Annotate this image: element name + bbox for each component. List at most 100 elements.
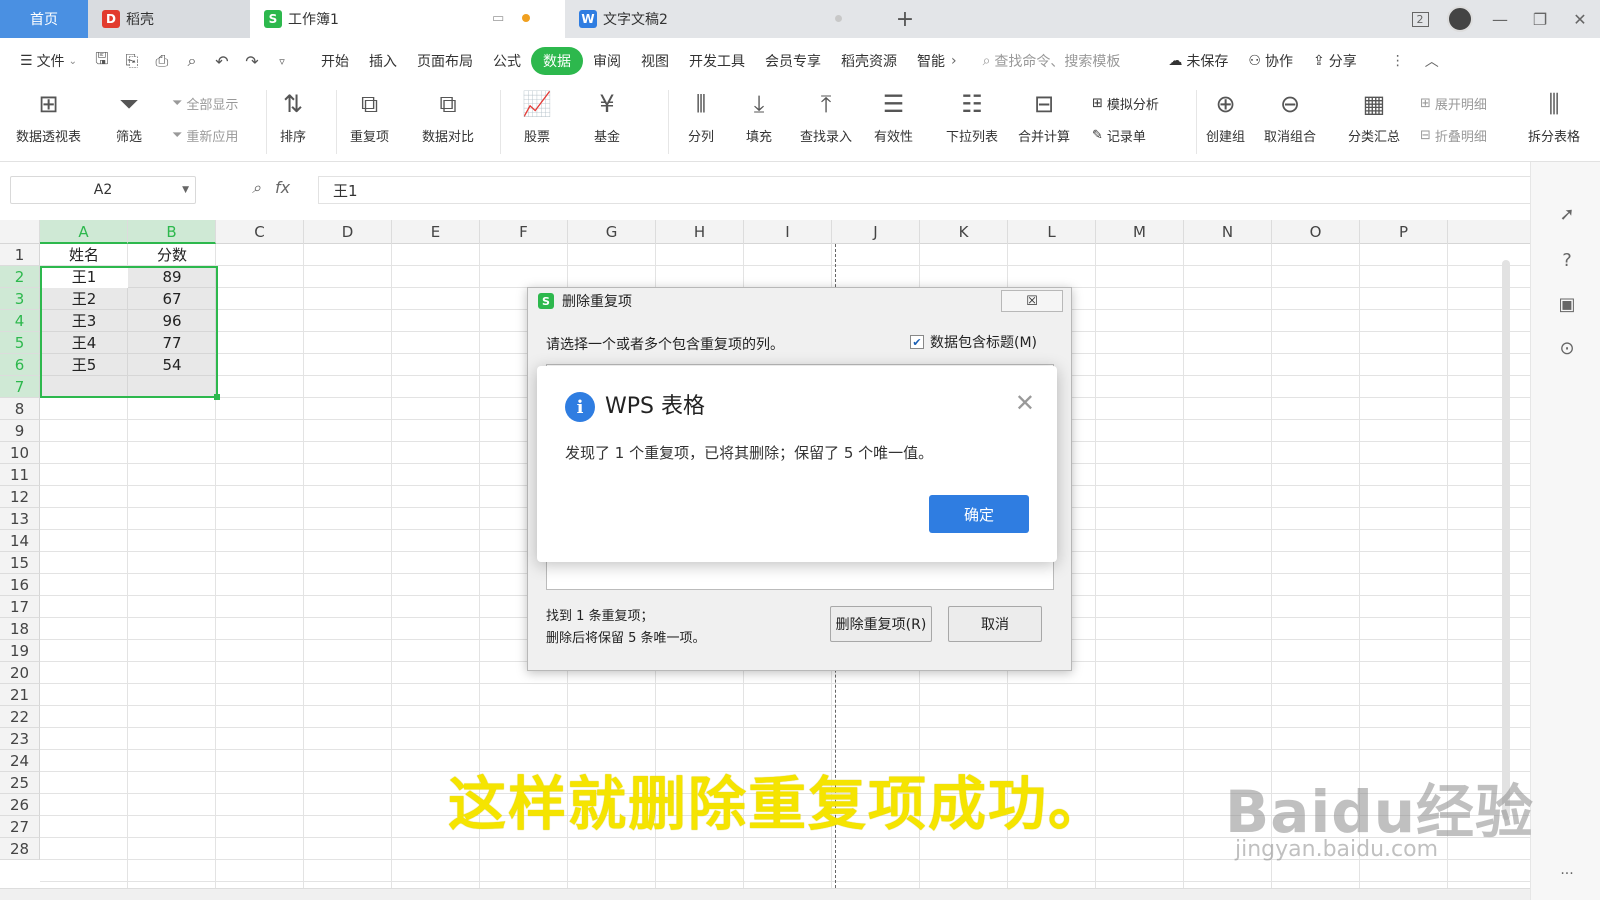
customize-icon[interactable]: ▿ xyxy=(267,55,297,68)
chevron-right-icon[interactable]: › xyxy=(947,53,961,69)
column-header[interactable]: L xyxy=(1008,220,1096,244)
pivot-table-button[interactable]: ⊞ 数据透视表 xyxy=(16,88,81,145)
avatar[interactable] xyxy=(1440,0,1480,38)
row-header[interactable]: 14 xyxy=(0,530,40,552)
column-header[interactable]: O xyxy=(1272,220,1360,244)
row-header[interactable]: 5 xyxy=(0,332,40,354)
header-checkbox[interactable]: ✔ 数据包含标题(M) xyxy=(910,332,1037,352)
dialog-close-button[interactable]: ☒ xyxy=(1001,290,1063,312)
row-header[interactable]: 27 xyxy=(0,816,40,838)
column-header[interactable]: K xyxy=(920,220,1008,244)
unsaved-button[interactable]: ☁ 未保存 xyxy=(1158,51,1238,71)
column-header[interactable]: M xyxy=(1096,220,1184,244)
row-header[interactable]: 10 xyxy=(0,442,40,464)
column-header[interactable]: B xyxy=(128,220,216,244)
split-columns-button[interactable]: ⫴ 分列 xyxy=(688,88,714,145)
command-search[interactable]: ⌕ 查找命令、搜索模板 xyxy=(973,51,1131,71)
column-header[interactable]: F xyxy=(480,220,568,244)
header-cell[interactable]: 姓名 xyxy=(40,244,128,266)
subtotal-button[interactable]: ▦ 分类汇总 xyxy=(1348,88,1400,145)
data-cell[interactable]: 王4 xyxy=(40,332,128,354)
share-button[interactable]: ⇪ 分享 xyxy=(1303,51,1367,71)
row-header[interactable]: 3 xyxy=(0,288,40,310)
fund-button[interactable]: ¥ 基金 xyxy=(594,88,620,145)
ok-button[interactable]: 确定 xyxy=(929,495,1029,533)
print-icon[interactable]: ⎙ xyxy=(147,51,177,71)
row-header[interactable]: 28 xyxy=(0,838,40,860)
data-cell[interactable]: 77 xyxy=(128,332,216,354)
split-table-button[interactable]: ⫼ 拆分表格 xyxy=(1528,88,1580,145)
monitor-icon[interactable]: ▭ xyxy=(492,11,504,26)
sort-button[interactable]: ⇅ 排序 xyxy=(280,88,306,145)
consolidate-button[interactable]: ⊟ 合并计算 xyxy=(1018,88,1070,145)
expand-detail-button[interactable]: ⊞ 展开明细 xyxy=(1420,94,1487,113)
row-header[interactable]: 16 xyxy=(0,574,40,596)
menu-page-layout[interactable]: 页面布局 xyxy=(407,51,483,71)
row-header[interactable]: 21 xyxy=(0,684,40,706)
header-cell[interactable]: 分数 xyxy=(128,244,216,266)
row-header[interactable]: 8 xyxy=(0,398,40,420)
close-icon[interactable]: ✕ xyxy=(1015,388,1035,418)
pointer-icon[interactable]: ➚ xyxy=(1555,202,1579,226)
reapply-button[interactable]: ⏷ 重新应用 xyxy=(172,126,238,145)
menu-data[interactable]: 数据 xyxy=(530,47,583,75)
menu-formula[interactable]: 公式 xyxy=(483,51,531,71)
filter-button[interactable]: ⏷ 筛选 xyxy=(116,88,142,145)
dropdown-list-button[interactable]: ☷ 下拉列表 xyxy=(946,88,998,145)
simulate-analysis-button[interactable]: ⊞ 模拟分析 xyxy=(1092,94,1159,113)
row-header[interactable]: 6 xyxy=(0,354,40,376)
row-header[interactable]: 20 xyxy=(0,662,40,684)
location-icon[interactable]: ⊙ xyxy=(1555,336,1579,360)
menu-developer[interactable]: 开发工具 xyxy=(679,51,755,71)
menu-view[interactable]: 视图 xyxy=(631,51,679,71)
tab-workbook[interactable]: S 工作簿1 ▭ xyxy=(250,0,565,38)
name-box[interactable]: A2 ▼ xyxy=(10,176,196,204)
record-form-button[interactable]: ✎ 记录单 xyxy=(1092,126,1146,145)
row-header[interactable]: 13 xyxy=(0,508,40,530)
collab-button[interactable]: ⚇ 协作 xyxy=(1238,51,1303,71)
redo-icon[interactable]: ↷ xyxy=(237,52,267,71)
row-header[interactable]: 26 xyxy=(0,794,40,816)
data-cell[interactable]: 王3 xyxy=(40,310,128,332)
row-header[interactable]: 9 xyxy=(0,420,40,442)
file-menu[interactable]: ☰ 文件 ⌄ xyxy=(10,51,87,71)
close-window-icon[interactable]: ✕ xyxy=(1560,0,1600,38)
checkbox-checked-icon[interactable]: ✔ xyxy=(910,335,924,349)
scroll-thumb[interactable] xyxy=(1502,260,1510,820)
column-header[interactable]: G xyxy=(568,220,656,244)
save-icon[interactable]: 🖫 xyxy=(87,48,117,75)
fx-icon[interactable]: fx xyxy=(275,178,290,198)
help-icon[interactable]: ? xyxy=(1555,248,1579,272)
fill-button[interactable]: ⤓ 填充 xyxy=(746,88,772,145)
window-switch-icon[interactable]: 2 xyxy=(1400,0,1440,38)
create-group-button[interactable]: ⊕ 创建组 xyxy=(1206,88,1245,145)
column-header[interactable]: J xyxy=(832,220,920,244)
remove-duplicates-button[interactable]: 删除重复项(R) xyxy=(830,606,932,642)
new-tab-button[interactable]: + xyxy=(885,0,925,38)
image-tool-icon[interactable]: ▣ xyxy=(1555,292,1579,316)
export-icon[interactable]: ⎘ xyxy=(117,51,147,71)
restore-icon[interactable]: ❐ xyxy=(1520,0,1560,38)
data-cell[interactable]: 89 xyxy=(128,266,216,288)
data-cell[interactable]: 王5 xyxy=(40,354,128,376)
minimize-icon[interactable]: — xyxy=(1480,0,1520,38)
column-header[interactable]: H xyxy=(656,220,744,244)
more-dots-icon[interactable]: ··· xyxy=(1555,862,1579,886)
column-header[interactable]: P xyxy=(1360,220,1448,244)
row-header[interactable]: 23 xyxy=(0,728,40,750)
column-header[interactable]: D xyxy=(304,220,392,244)
menu-review[interactable]: 审阅 xyxy=(583,51,631,71)
data-cell[interactable]: 54 xyxy=(128,354,216,376)
stock-button[interactable]: 📈 股票 xyxy=(522,88,552,145)
row-header[interactable]: 18 xyxy=(0,618,40,640)
show-all-button[interactable]: ⏷ 全部显示 xyxy=(172,94,238,113)
row-header[interactable]: 17 xyxy=(0,596,40,618)
fill-handle[interactable] xyxy=(214,394,220,400)
tab-document[interactable]: W 文字文稿2 xyxy=(565,0,885,38)
row-header[interactable]: 4 xyxy=(0,310,40,332)
column-header[interactable]: I xyxy=(744,220,832,244)
row-header[interactable]: 7 xyxy=(0,376,40,398)
row-header[interactable]: 24 xyxy=(0,750,40,772)
menu-start[interactable]: 开始 xyxy=(311,51,359,71)
cancel-button[interactable]: 取消 xyxy=(948,606,1042,642)
